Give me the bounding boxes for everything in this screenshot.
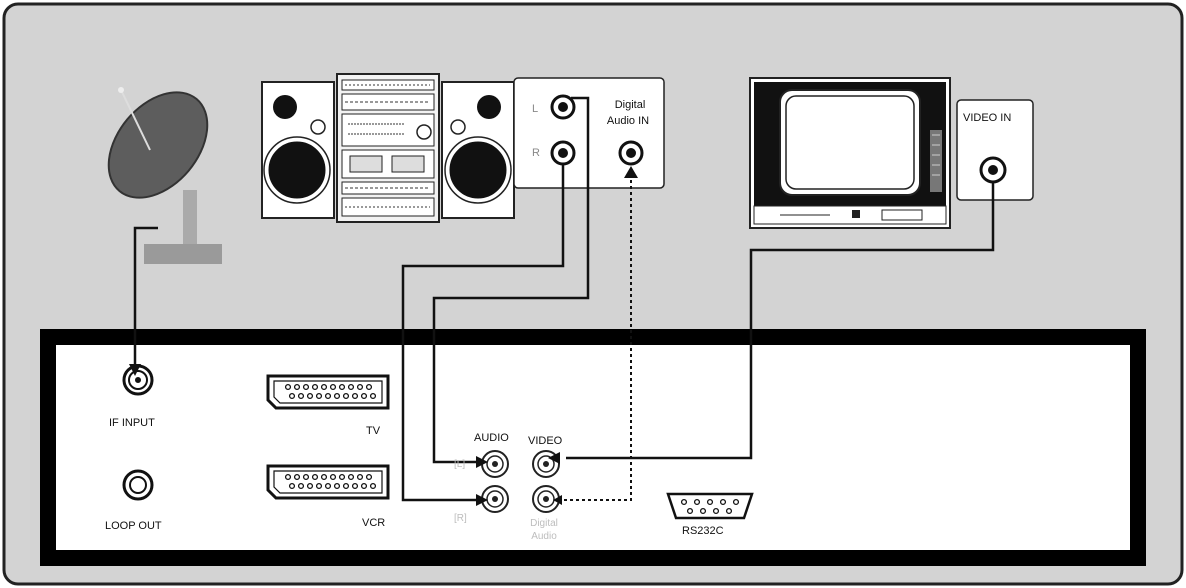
stereo-audio-r-jack-icon	[550, 140, 576, 166]
if-input-label: IF INPUT	[109, 417, 155, 429]
scart-vcr-label: VCR	[362, 517, 386, 529]
digital-audio-label-1: Digital	[530, 518, 558, 529]
video-label: VIDEO	[528, 435, 563, 447]
tv-video-in-jack-icon	[979, 156, 1007, 184]
receiver-rear-panel	[40, 329, 1146, 566]
video-in-label: VIDEO IN	[963, 112, 1012, 124]
stereo-digital-in-jack-icon	[618, 140, 644, 166]
digital-audio-in-label-1: Digital	[614, 99, 646, 111]
if-input-connector-icon	[122, 364, 154, 396]
scart-tv-label: TV	[366, 425, 381, 437]
audio-r-mark: [R]	[454, 513, 467, 524]
stereo-audio-l-jack-icon	[550, 94, 576, 120]
scart-vcr-connector-icon	[266, 464, 390, 500]
digital-audio-label-2: Audio	[531, 531, 557, 542]
scart-tv-connector-icon	[266, 374, 390, 410]
stereo-system-icon	[261, 73, 515, 223]
loop-out-label: LOOP OUT	[105, 520, 162, 532]
loop-out-connector-icon	[122, 469, 154, 501]
stereo-r-mark: R	[532, 147, 540, 159]
rs232c-connector-icon	[666, 492, 754, 520]
rs232c-label: RS232C	[682, 525, 724, 537]
digital-audio-in-label-2: Audio IN	[606, 115, 650, 127]
connection-diagram	[2, 2, 1184, 586]
television-icon	[749, 77, 951, 229]
audio-label: AUDIO	[474, 432, 509, 444]
stereo-l-mark: L	[532, 103, 539, 115]
receiver-audio-l-jack-icon	[481, 450, 509, 478]
audio-l-mark: [L]	[454, 459, 466, 470]
